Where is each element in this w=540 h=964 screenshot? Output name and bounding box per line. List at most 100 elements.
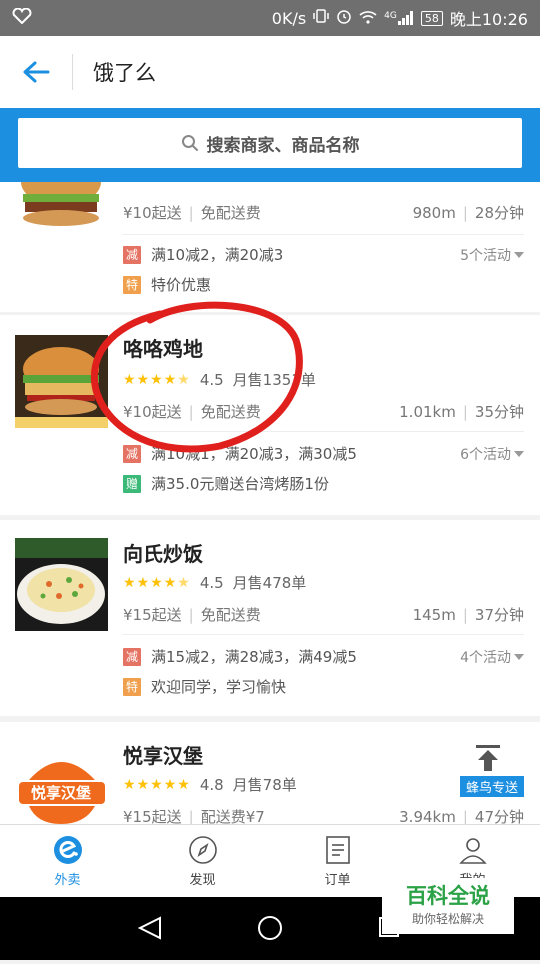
store-list[interactable]: ¥10起送 | 免配送费 980m | 28分钟 减 满10减2，满20减3 5个活动 … [0, 182, 540, 824]
star-icon: ★ [150, 574, 163, 591]
rating-stars: ★ ★ ★ ★ ★ [123, 777, 190, 793]
rating-stars: ★ ★ ★ ★ ★ [123, 372, 190, 388]
special-badge: 特 [123, 275, 141, 294]
star-icon: ★ [136, 574, 150, 591]
compass-icon [188, 836, 217, 864]
profile-icon [458, 838, 487, 864]
store-name: 咯咯鸡地 [123, 337, 203, 361]
svg-text:悦享汉堡: 悦享汉堡 [31, 784, 91, 802]
rating-row: ★ ★ ★ ★ ★ 4.5 月售478单 [123, 572, 306, 593]
half-star-icon: ★ [177, 574, 190, 591]
promo-row: 赠 满35.0元赠送台湾烤肠1份 [123, 473, 524, 494]
activities-toggle[interactable]: 5个活动 [460, 245, 524, 265]
divider [123, 431, 524, 432]
rating-score: 4.5 [199, 370, 224, 389]
star-icon: ★ [150, 371, 163, 388]
app-header: 饿了么 [0, 36, 540, 108]
gift-badge: 赠 [123, 474, 141, 493]
half-star-icon: ★ [177, 371, 190, 388]
rating-stars: ★ ★ ★ ★ ★ [123, 575, 190, 591]
wifi-icon [359, 9, 377, 28]
chevron-down-icon [514, 251, 524, 258]
alarm-icon [336, 8, 352, 28]
back-button[interactable] [0, 36, 72, 108]
delivery-tag: 蜂鸟专送 [459, 776, 524, 797]
store-delivery-info: ¥10起送 | 免配送费 980m | 28分钟 [123, 204, 524, 222]
vibrate-icon [313, 8, 329, 28]
divider [123, 634, 524, 635]
network-speed: 0K/s [271, 8, 307, 28]
clock: 晚上10:26 [449, 10, 528, 29]
store-delivery-info: ¥15起送 | 免配送费 145m | 37分钟 [123, 606, 524, 624]
eleme-logo-icon [53, 836, 82, 864]
store-card[interactable]: 悦享汉堡 悦享汉堡 ★ ★ ★ ★ ★ 4.8 月售78单 蜂鸟专送 ¥15起送 | 配送费… [0, 722, 540, 824]
header-divider [72, 54, 73, 90]
tab-discover[interactable]: 发现 [135, 825, 270, 898]
tab-label: 发现 [189, 873, 216, 888]
store-delivery-info: ¥15起送 | 配送费¥7 3.94km | 47分钟 [123, 808, 524, 824]
store-card[interactable]: 咯咯鸡地 ★ ★ ★ ★ ★ 4.5 月售1351单 ¥10起送 | 免配送费 1.01km… [0, 315, 540, 515]
scroll-to-top-button[interactable] [472, 742, 504, 774]
nav-home-icon[interactable] [258, 916, 282, 940]
star-icon: ★ [150, 776, 163, 793]
rating-row: ★ ★ ★ ★ ★ 4.8 月售78单 [123, 774, 297, 795]
tab-label: 外卖 [54, 873, 81, 888]
star-icon: ★ [123, 371, 136, 388]
search-placeholder: 搜索商家、商品名称 [206, 135, 360, 156]
special-badge: 特 [123, 677, 141, 696]
search-input[interactable]: 搜索商家、商品名称 [18, 118, 522, 168]
monthly-sales: 月售78单 [232, 776, 297, 794]
nav-back-icon[interactable] [137, 916, 161, 940]
watermark-subtitle: 助你轻松解决 [411, 912, 484, 926]
tab-label: 订单 [324, 873, 351, 888]
star-icon: ★ [177, 776, 190, 793]
store-logo: 悦享汉堡 [15, 740, 108, 824]
star-icon: ★ [163, 776, 177, 793]
store-card[interactable]: 向氏炒饭 ★ ★ ★ ★ ★ 4.5 月售478单 ¥15起送 | 免配送费 145m | 37… [0, 520, 540, 716]
promo-row: 减 满10减2，满20减3 5个活动 [123, 244, 524, 265]
store-card[interactable]: ¥10起送 | 免配送费 980m | 28分钟 减 满10减2，满20减3 5个活动 … [0, 182, 540, 312]
promo-row: 特 欢迎同学，学习愉快 [123, 676, 524, 697]
store-name: 向氏炒饭 [123, 542, 203, 566]
star-icon: ★ [136, 776, 150, 793]
chevron-down-icon [514, 450, 524, 457]
promo-row: 减 满10减1，满20减3，满30减5 6个活动 [123, 443, 524, 464]
rating-row: ★ ★ ★ ★ ★ 4.5 月售1351单 [123, 369, 316, 390]
back-arrow-icon [23, 61, 50, 83]
star-icon: ★ [136, 371, 150, 388]
watermark-title: 百科全说 [406, 884, 490, 908]
monthly-sales: 月售1351单 [232, 371, 316, 389]
activities-toggle[interactable]: 6个活动 [460, 444, 524, 464]
status-bar: 0K/s 4G 58 晚上10:26 [0, 0, 540, 36]
store-thumbnail [15, 335, 108, 428]
rating-score: 4.5 [199, 573, 224, 592]
star-icon: ★ [123, 776, 136, 793]
notification-icon [12, 7, 32, 28]
battery-indicator: 58 [420, 10, 443, 26]
star-icon: ★ [163, 574, 177, 591]
tab-takeout[interactable]: 外卖 [0, 825, 135, 898]
store-thumbnail [15, 538, 108, 631]
page-title: 饿了么 [93, 61, 156, 85]
promo-row: 特 特价优惠 [123, 274, 524, 295]
star-icon: ★ [163, 371, 177, 388]
store-name: 悦享汉堡 [123, 744, 203, 768]
watermark-logo: 百科全说 助你轻松解决 [382, 878, 514, 934]
scroll-to-top-icon [476, 745, 500, 771]
discount-badge: 减 [123, 245, 141, 264]
store-delivery-info: ¥10起送 | 免配送费 1.01km | 35分钟 [123, 403, 524, 421]
discount-badge: 减 [123, 444, 141, 463]
promo-row: 减 满15减2，满28减3，满49减5 4个活动 [123, 646, 524, 667]
signal-icon: 4G [384, 11, 414, 25]
store-thumbnail [15, 182, 108, 235]
discount-badge: 减 [123, 647, 141, 666]
search-bar-container: 搜索商家、商品名称 [0, 108, 540, 182]
star-icon: ★ [123, 574, 136, 591]
rating-score: 4.8 [199, 775, 224, 794]
activities-toggle[interactable]: 4个活动 [460, 647, 524, 667]
monthly-sales: 月售478单 [232, 574, 307, 592]
divider [123, 234, 524, 235]
chevron-down-icon [514, 653, 524, 660]
order-list-icon [325, 836, 350, 864]
search-icon [181, 135, 198, 151]
